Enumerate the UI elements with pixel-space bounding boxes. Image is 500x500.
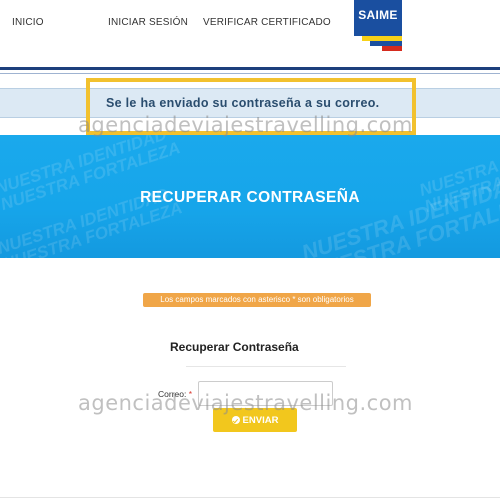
saime-logo[interactable]: SAIME xyxy=(354,0,402,52)
nav-link-verify-certificate[interactable]: VERIFICAR CERTIFICADO xyxy=(203,17,331,28)
success-alert-message: Se le ha enviado su contraseña a su corr… xyxy=(106,96,380,110)
nav-link-login[interactable]: INICIAR SESIÓN xyxy=(108,17,188,28)
required-fields-note: Los campos marcados con asterisco * son … xyxy=(143,293,371,307)
logo-text: SAIME xyxy=(354,0,402,36)
nav-link-home[interactable]: INICIO xyxy=(12,17,44,28)
send-button[interactable]: ENVIAR xyxy=(213,408,297,432)
logo-stripe-red xyxy=(382,46,402,51)
top-navigation: INICIO INICIAR SESIÓN VERIFICAR CERTIFIC… xyxy=(0,0,500,62)
email-label: Correo: * xyxy=(158,389,193,399)
page-title: RECUPERAR CONTRASEÑA xyxy=(140,189,360,206)
email-input[interactable] xyxy=(198,381,333,406)
page-banner: NUESTRA IDENTIDAD NUESTRA FORTALEZA NUES… xyxy=(0,135,500,258)
send-button-label: ENVIAR xyxy=(242,414,279,426)
form-title-divider xyxy=(186,366,346,367)
header-divider-thick xyxy=(0,67,500,70)
header-divider-thin xyxy=(0,73,500,74)
check-circle-icon xyxy=(231,416,240,424)
form-title: Recuperar Contraseña xyxy=(170,340,299,354)
footer-divider xyxy=(0,497,500,498)
required-asterisk: * xyxy=(188,389,193,399)
